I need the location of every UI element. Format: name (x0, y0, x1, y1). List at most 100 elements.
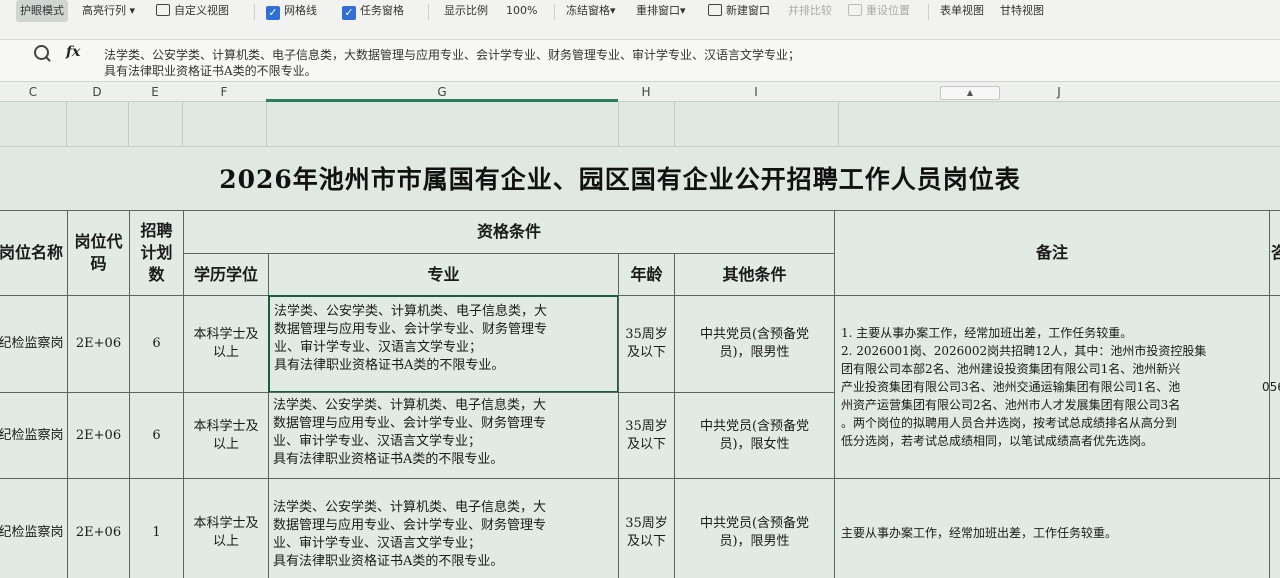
dropdown-arrow-icon: ▾ (610, 4, 616, 17)
window-icon (708, 4, 722, 16)
header-major[interactable]: 专业 (268, 253, 619, 296)
remark-line: 2. 2026001岗、2026002岗共招聘12人，其中：池州市投资控股集 (841, 344, 1207, 358)
column-header-h[interactable]: H (618, 82, 674, 102)
row2-hiring-count[interactable]: 6 (129, 392, 184, 479)
gridline (182, 102, 183, 146)
header-remarks[interactable]: 备注 (834, 210, 1270, 296)
row2-other-conditions[interactable]: 中共党员(含预备党员)，限女性 (674, 392, 835, 479)
column-header-j[interactable]: J (838, 82, 1280, 102)
header-education[interactable]: 学历学位 (183, 253, 269, 296)
new-window-button[interactable]: 新建窗口 (708, 0, 770, 22)
row2-education[interactable]: 本科学士及以上 (183, 392, 269, 479)
reset-position-label: 重设位置 (866, 4, 910, 17)
major-line: 业、审计学专业、汉语言文学专业； (273, 536, 482, 551)
row3-other-conditions[interactable]: 中共党员(含预备党员)，限男性 (674, 478, 835, 578)
header-clipped[interactable]: 咨 (1269, 210, 1280, 296)
row1-other-conditions[interactable]: 中共党员(含预备党员)，限男性 (674, 295, 835, 393)
protect-mode-button[interactable]: 护眼模式 (16, 0, 68, 22)
major-line: 业、审计学专业、汉语言文学专业； (274, 340, 483, 355)
remark-line: 。两个岗位的拟聘用人员合并选岗，按考试总成绩排名从高分到 (841, 416, 1178, 430)
row1-age[interactable]: 35周岁及以下 (618, 295, 675, 393)
gridline (266, 102, 267, 146)
header-other-conditions[interactable]: 其他条件 (674, 253, 835, 296)
major-line: 数据管理与应用专业、会计学专业、财务管理专 (273, 416, 547, 431)
clipped-value: 056 (1262, 380, 1280, 394)
row3-hiring-count[interactable]: 1 (129, 478, 184, 578)
zoom-button[interactable]: 显示比例 (444, 0, 488, 22)
row3-position-name[interactable]: 纪检监察岗 (0, 478, 68, 578)
header-hiring-plan[interactable]: 招聘计划数 (129, 210, 184, 296)
header-qualifications[interactable]: 资格条件 (183, 210, 835, 254)
header-age[interactable]: 年龄 (618, 253, 675, 296)
remark-line: 1. 主要从事办案工作，经常加班出差，工作任务较重。 (841, 326, 1133, 340)
reset-position-button[interactable]: 重设位置 (848, 0, 910, 22)
major-line: 法学类、公安学类、计算机类、电子信息类，大 (273, 398, 547, 413)
freeze-panes-label: 冻结窗格 (566, 4, 610, 17)
gridline (618, 102, 619, 146)
major-line: 法学类、公安学类、计算机类、电子信息类，大 (273, 500, 547, 515)
zoom-value[interactable]: 100% (506, 0, 537, 22)
toolbar-divider (928, 4, 929, 20)
column-header-i[interactable]: I (674, 82, 838, 102)
scroll-up-button[interactable]: ▲ (940, 86, 1000, 100)
checkmark-icon: ✓ (342, 6, 356, 20)
row2-major[interactable]: 法学类、公安学类、计算机类、电子信息类，大 数据管理与应用专业、会计学专业、财务… (268, 392, 619, 479)
row3-education[interactable]: 本科学士及以上 (183, 478, 269, 578)
task-pane-checkbox[interactable]: ✓ 任务窗格 (342, 0, 404, 22)
spreadsheet-grid[interactable]: 2026年池州市市属国有企业、园区国有企业公开招聘工作人员岗位表 岗位名称 岗位… (0, 102, 1280, 578)
highlight-rowcol-button[interactable]: 高亮行列 ▾ (82, 0, 135, 22)
freeze-panes-button[interactable]: 冻结窗格▾ (566, 0, 616, 22)
toolbar-divider (254, 4, 255, 20)
formula-input[interactable]: 法学类、公安学类、计算机类、电子信息类，大数据管理与应用专业、会计学专业、财务管… (104, 47, 984, 79)
row2-position-name[interactable]: 纪检监察岗 (0, 392, 68, 479)
row2-age[interactable]: 35周岁及以下 (618, 392, 675, 479)
new-window-label: 新建窗口 (726, 4, 770, 17)
task-pane-label: 任务窗格 (360, 4, 404, 17)
highlight-rowcol-label: 高亮行列 (82, 4, 126, 17)
arrange-windows-button[interactable]: 重排窗口▾ (636, 0, 686, 22)
column-header-c[interactable]: C (0, 82, 66, 102)
header-position-code[interactable]: 岗位代码 (67, 210, 130, 296)
row1-position-code[interactable]: 2E+06 (67, 295, 130, 393)
search-icon[interactable] (34, 45, 49, 60)
row3-position-code[interactable]: 2E+06 (67, 478, 130, 578)
function-icon[interactable]: fx (66, 44, 80, 60)
row1-position-name[interactable]: 纪检监察岗 (0, 295, 68, 393)
major-line: 数据管理与应用专业、会计学专业、财务管理专 (273, 518, 547, 533)
gridlines-label: 网格线 (284, 4, 317, 17)
view-icon (156, 4, 170, 16)
row1-hiring-count[interactable]: 6 (129, 295, 184, 393)
remark-line: 产业投资集团有限公司3名、池州交通运输集团有限公司1名、池 (841, 380, 1181, 394)
row1-education[interactable]: 本科学士及以上 (183, 295, 269, 393)
sheet-title: 2026年池州市市属国有企业、园区国有企业公开招聘工作人员岗位表 (219, 165, 1021, 194)
column-header-f[interactable]: F (182, 82, 266, 102)
major-line: 数据管理与应用专业、会计学专业、财务管理专 (274, 322, 548, 337)
toolbar-divider (428, 4, 429, 20)
row2-position-code[interactable]: 2E+06 (67, 392, 130, 479)
remarks-merged-cell[interactable]: 1. 主要从事办案工作，经常加班出差，工作任务较重。 2. 2026001岗、2… (834, 295, 1270, 479)
row3-major[interactable]: 法学类、公安学类、计算机类、电子信息类，大 数据管理与应用专业、会计学专业、财务… (268, 478, 619, 578)
column-header-bar: C D E F G H I J (0, 82, 1280, 102)
gridline (838, 102, 839, 146)
dropdown-arrow-icon: ▾ (680, 4, 686, 17)
major-line: 具有法律职业资格证书A类的不限专业。 (273, 452, 504, 467)
header-position-name[interactable]: 岗位名称 (0, 210, 68, 296)
column-header-g[interactable]: G (266, 82, 618, 102)
gantt-view-button[interactable]: 甘特视图 (1000, 0, 1044, 22)
remark-line: 低分选岗，若考试总成绩相同，以笔试成绩高者优先选岗。 (841, 434, 1154, 448)
custom-view-button[interactable]: 自定义视图 (156, 0, 229, 22)
toolbar-divider (554, 4, 555, 20)
gridlines-checkbox[interactable]: ✓ 网格线 (266, 0, 317, 22)
row3-age[interactable]: 35周岁及以下 (618, 478, 675, 578)
view-ribbon: 护眼模式 高亮行列 ▾ 自定义视图 ✓ 网格线 ✓ 任务窗格 显示比例 100% 冻… (0, 0, 1280, 40)
row3-remarks[interactable]: 主要从事办案工作，经常加班出差，工作任务较重。 (834, 478, 1270, 578)
clipped-cell[interactable] (1269, 478, 1280, 578)
column-header-d[interactable]: D (66, 82, 128, 102)
major-line: 具有法律职业资格证书A类的不限专业。 (273, 554, 504, 569)
side-by-side-button[interactable]: 并排比较 (788, 0, 832, 22)
row1-major[interactable]: 法学类、公安学类、计算机类、电子信息类，大 数据管理与应用专业、会计学专业、财务… (268, 295, 619, 393)
form-view-button[interactable]: 表单视图 (940, 0, 984, 22)
dropdown-arrow-icon: ▾ (129, 4, 136, 17)
formula-line: 具有法律职业资格证书A类的不限专业。 (104, 64, 317, 78)
column-header-e[interactable]: E (128, 82, 182, 102)
